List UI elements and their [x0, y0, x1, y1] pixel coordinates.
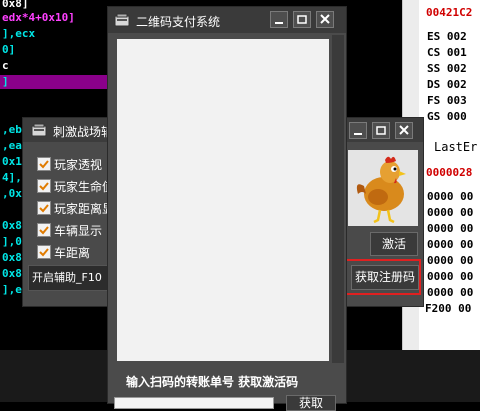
segment-register: ES 002	[427, 30, 467, 43]
segment-register: DS 002	[427, 78, 467, 91]
asm-line: ,eb	[2, 123, 22, 136]
segment-register: FS 003	[427, 94, 467, 107]
option-label: 玩家透视	[54, 158, 103, 172]
segment-register: GS 000	[427, 110, 467, 123]
memory-line: 0000 00	[427, 286, 474, 299]
qr-window-title: 二维码支付系统	[136, 15, 221, 29]
checkbox[interactable]	[37, 179, 51, 193]
option-player-distance[interactable]: 玩家距离显示	[37, 198, 115, 218]
memory-line: 0000 00	[427, 238, 474, 251]
qr-payment-window: 二维码支付系统 输入扫码的转账单号 获取激活码 获取	[107, 6, 347, 411]
register-address: 00421C2	[426, 6, 473, 19]
close-button[interactable]	[316, 11, 334, 28]
asm-line: 0x1	[2, 155, 22, 168]
registers-pane: 00421C2 ES 002 CS 001 SS 002 DS 002 FS 0…	[418, 0, 480, 402]
memory-line: 0000 00	[427, 270, 474, 283]
asm-line: 4],	[2, 171, 22, 184]
asm-line: ],0	[2, 235, 22, 248]
segment-register: SS 002	[427, 62, 467, 75]
option-vehicle-distance[interactable]: 车距离	[37, 242, 115, 262]
asm-line: ],ecx	[2, 27, 36, 40]
maximize-button[interactable]	[293, 11, 311, 28]
memory-line: 0000 00	[427, 206, 474, 219]
qr-code-area	[117, 39, 329, 361]
asm-line: edx*4+0x10]	[2, 11, 75, 24]
option-label: 车辆显示	[54, 224, 103, 238]
transfer-number-input[interactable]	[114, 397, 274, 409]
checkbox[interactable]	[37, 223, 51, 237]
instruction-text: 输入扫码的转账单号 获取激活码	[126, 375, 299, 389]
memory-line: F200 00	[425, 302, 472, 315]
asm-line: 0x8	[2, 251, 22, 264]
minimize-button[interactable]	[270, 11, 288, 28]
highlight-row	[0, 75, 110, 89]
get-registration-code-button[interactable]: 获取注册码	[351, 265, 419, 290]
hotkey-field[interactable]: 开启辅助_F10	[28, 265, 111, 291]
maximize-button[interactable]	[372, 122, 390, 139]
asm-line: 0x8]	[2, 0, 29, 10]
asm-line: 0x8	[2, 219, 22, 232]
register-red-value: 0000028	[426, 166, 473, 179]
minimize-button[interactable]	[349, 122, 367, 139]
option-player-esp[interactable]: 玩家透视	[37, 154, 115, 174]
asm-line: ,0x	[2, 187, 22, 200]
activate-button[interactable]: 激活	[370, 232, 418, 256]
checkbox[interactable]	[37, 157, 51, 171]
option-label: 玩家生命值	[54, 180, 115, 194]
asm-line: 0x8	[2, 267, 22, 280]
option-label: 车距离	[54, 246, 91, 260]
option-player-health[interactable]: 玩家生命值	[37, 176, 115, 196]
chicken-image	[348, 150, 418, 226]
memory-line: 0000 00	[427, 254, 474, 267]
last-error-label: LastEr	[434, 140, 478, 154]
app-icon	[31, 123, 47, 137]
app-icon	[114, 13, 130, 27]
qr-window-scrollbar[interactable]	[332, 35, 344, 363]
asm-line: c	[2, 59, 9, 72]
asm-line: ]	[2, 75, 9, 88]
memory-line: 0000 00	[427, 222, 474, 235]
checkbox[interactable]	[37, 245, 51, 259]
option-vehicle-display[interactable]: 车辆显示	[37, 220, 115, 240]
asm-line: ],e	[2, 283, 22, 296]
segment-register: CS 001	[427, 46, 467, 59]
close-button[interactable]	[395, 122, 413, 139]
checkbox[interactable]	[37, 201, 51, 215]
memory-line: 0000 00	[427, 190, 474, 203]
asm-line: 0]	[2, 43, 16, 56]
asm-line: ,ea	[2, 139, 22, 152]
option-label: 玩家距离显示	[54, 202, 115, 216]
qr-window-titlebar[interactable]: 二维码支付系统	[108, 7, 346, 33]
get-button[interactable]: 获取	[286, 395, 336, 411]
